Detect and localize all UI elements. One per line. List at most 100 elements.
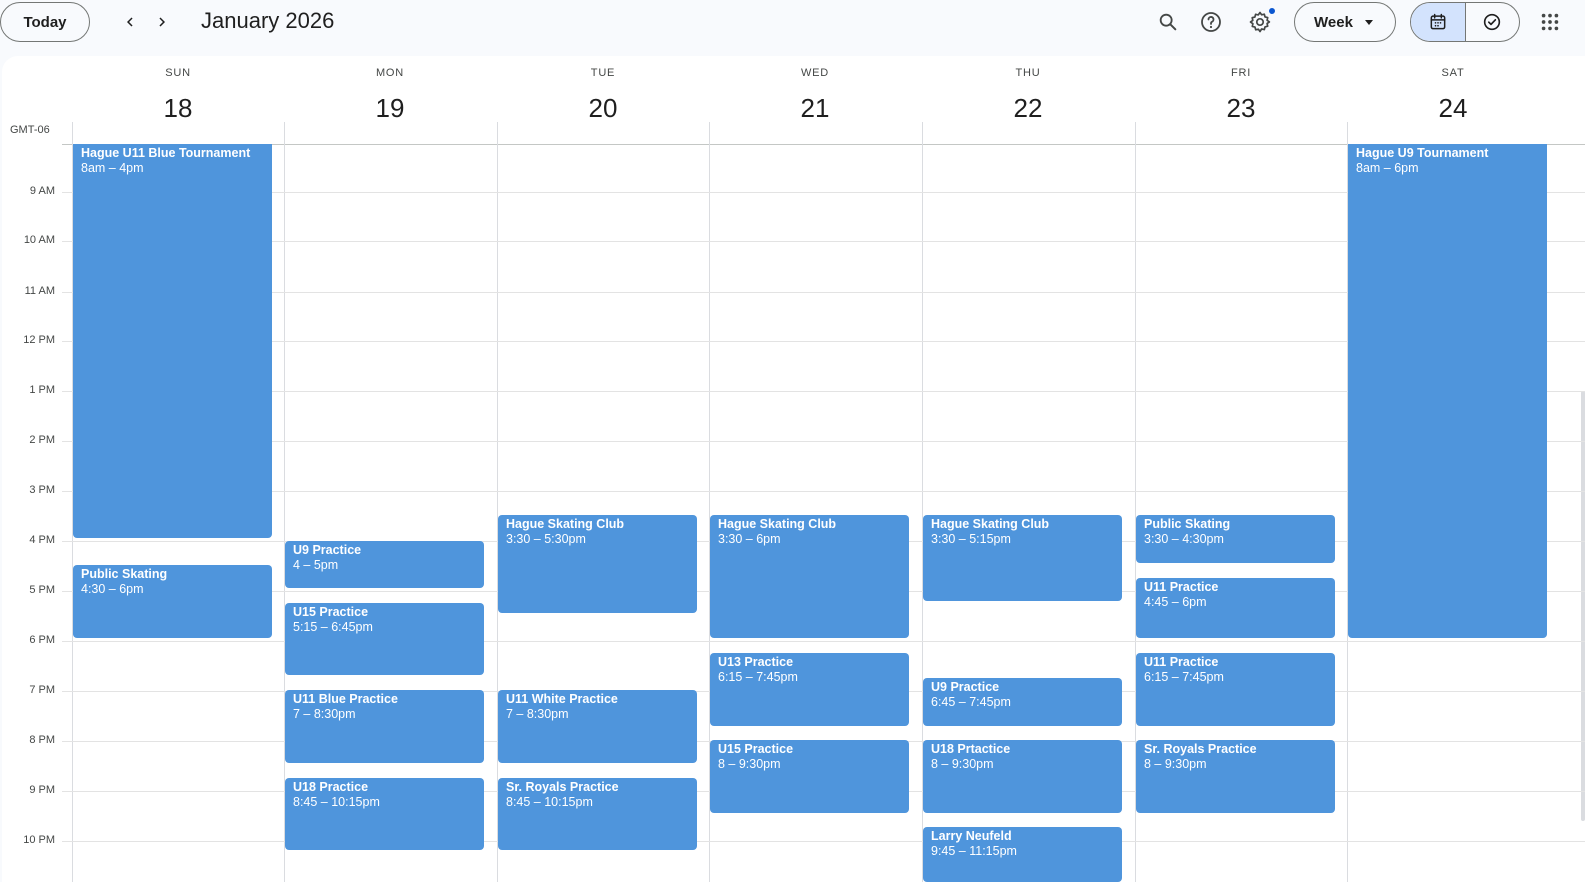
day-number[interactable]: 22 [922, 93, 1134, 124]
hour-label: 9 AM [29, 185, 55, 197]
tasks-view-toggle[interactable] [1466, 3, 1520, 41]
current-period-title: January 2026 [201, 8, 335, 33]
day-name: MON [375, 67, 405, 79]
timezone-label: GMT-06 [10, 124, 50, 136]
day-number[interactable]: 18 [72, 93, 284, 124]
calendar-event[interactable]: Sr. Royals Practice 8:45 – 10:15pm [498, 778, 697, 850]
help-icon [1201, 12, 1221, 32]
chevron-left-icon [127, 17, 133, 27]
search-button[interactable] [1150, 4, 1186, 40]
day-number[interactable]: 21 [709, 93, 921, 124]
hour-label: 1 PM [29, 384, 55, 396]
calendar-event[interactable]: Public Skating 4:30 – 6pm [73, 565, 272, 638]
event-time: 8 – 9:30pm [1144, 757, 1207, 771]
event-time: 6:15 – 7:45pm [1144, 670, 1224, 684]
hour-label: 8 PM [29, 734, 55, 746]
previous-week-button[interactable] [114, 6, 146, 38]
event-time: 7 – 8:30pm [293, 707, 356, 721]
day-name: FRI [1230, 67, 1252, 79]
calendar-event[interactable]: U11 Practice 6:15 – 7:45pm [1136, 653, 1335, 726]
event-title: U11 Practice [1144, 580, 1219, 594]
day-number[interactable]: 20 [497, 93, 709, 124]
calendar-event[interactable]: Hague Skating Club 3:30 – 5:15pm [923, 515, 1122, 601]
day-name: SUN [165, 67, 191, 79]
calendar-view-toggle[interactable] [1411, 3, 1466, 41]
hour-label: 10 PM [23, 834, 55, 846]
hour-label: 4 PM [29, 534, 55, 546]
day-header-sun[interactable]: SUN 18 [72, 56, 284, 144]
event-time: 8:45 – 10:15pm [506, 795, 593, 809]
caret-down-icon [1365, 20, 1373, 25]
top-toolbar: Today January 2026 Week [0, 0, 1585, 48]
event-title: Public Skating [81, 567, 168, 581]
event-time: 3:30 – 4:30pm [1144, 532, 1224, 546]
gear-icon [1249, 11, 1271, 33]
calendar-event[interactable]: Hague U11 Blue Tournament 8am – 4pm [73, 144, 272, 538]
calendar-event[interactable]: U9 Practice 6:45 – 7:45pm [923, 678, 1122, 726]
scrollbar[interactable] [1581, 391, 1585, 821]
event-title: U18 Prtactice [931, 742, 1011, 756]
header-tick [1347, 122, 1348, 144]
day-header-thu[interactable]: THU 22 [922, 56, 1134, 144]
day-header-tue[interactable]: TUE 20 [497, 56, 709, 144]
calendar-event[interactable]: Hague Skating Club 3:30 – 6pm [710, 515, 909, 638]
settings-button[interactable] [1242, 4, 1278, 40]
day-number[interactable]: 24 [1347, 93, 1559, 124]
header-tick [922, 122, 923, 144]
calendar-icon [1430, 13, 1446, 30]
calendar-event[interactable]: U15 Practice 8 – 9:30pm [710, 740, 909, 813]
day-name: SAT [1441, 67, 1465, 79]
event-title: U18 Practice [293, 780, 369, 794]
header-tick [497, 122, 498, 144]
event-time: 5:15 – 6:45pm [293, 620, 373, 634]
header-tick [709, 122, 710, 144]
event-time: 8:45 – 10:15pm [293, 795, 380, 809]
calendar-event[interactable]: U18 Prtactice 8 – 9:30pm [923, 740, 1122, 813]
view-selector[interactable]: Week [1294, 2, 1396, 42]
day-number[interactable]: 23 [1135, 93, 1347, 124]
event-title: Hague Skating Club [718, 517, 837, 531]
day-header-wed[interactable]: WED 21 [709, 56, 921, 144]
calendar-event[interactable]: U13 Practice 6:15 – 7:45pm [710, 653, 909, 726]
event-title: Hague U9 Tournament [1356, 146, 1489, 160]
event-time: 3:30 – 5:30pm [506, 532, 586, 546]
day-header-fri[interactable]: FRI 23 [1135, 56, 1347, 144]
day-number[interactable]: 19 [284, 93, 496, 124]
next-week-button[interactable] [146, 6, 178, 38]
calendar-event[interactable]: U9 Practice 4 – 5pm [285, 541, 484, 588]
hour-label: 10 AM [23, 234, 55, 246]
header-tick [72, 122, 73, 144]
event-time: 3:30 – 5:15pm [931, 532, 1011, 546]
event-time: 4:45 – 6pm [1144, 595, 1207, 609]
hour-label: 3 PM [29, 484, 55, 496]
day-column-divider [284, 144, 285, 882]
calendar-event[interactable]: Larry Neufeld 9:45 – 11:15pm [923, 827, 1122, 882]
calendar-event[interactable]: Public Skating 3:30 – 4:30pm [1136, 515, 1335, 563]
day-header-mon[interactable]: MON 19 [284, 56, 496, 144]
apps-button[interactable] [1532, 4, 1568, 40]
calendar-event[interactable]: Hague U9 Tournament 8am – 6pm [1348, 144, 1547, 638]
hour-label: 7 PM [29, 684, 55, 696]
event-title: Hague Skating Club [931, 517, 1050, 531]
event-time: 4 – 5pm [293, 558, 339, 572]
settings-notification-dot [1269, 8, 1275, 14]
calendar-event[interactable]: Sr. Royals Practice 8 – 9:30pm [1136, 740, 1335, 813]
event-title: U11 Blue Practice [293, 692, 398, 706]
calendar-event[interactable]: U11 White Practice 7 – 8:30pm [498, 690, 697, 763]
hour-label: 5 PM [29, 584, 55, 596]
event-title: Sr. Royals Practice [506, 780, 619, 794]
calendar-event[interactable]: Hague Skating Club 3:30 – 5:30pm [498, 515, 697, 613]
hour-label: 9 PM [29, 784, 55, 796]
help-button[interactable] [1193, 4, 1229, 40]
calendar-event[interactable]: U15 Practice 5:15 – 6:45pm [285, 603, 484, 675]
event-time: 3:30 – 6pm [718, 532, 781, 546]
calendar-event[interactable]: U11 Blue Practice 7 – 8:30pm [285, 690, 484, 763]
calendar-event[interactable]: U18 Practice 8:45 – 10:15pm [285, 778, 484, 850]
day-header-sat[interactable]: SAT 24 [1347, 56, 1559, 144]
calendar-event[interactable]: U11 Practice 4:45 – 6pm [1136, 578, 1335, 638]
hour-label: 2 PM [29, 434, 55, 446]
header-tick [284, 122, 285, 144]
event-title: Larry Neufeld [931, 829, 1012, 843]
today-button[interactable]: Today [0, 2, 90, 42]
day-name: TUE [590, 67, 616, 79]
